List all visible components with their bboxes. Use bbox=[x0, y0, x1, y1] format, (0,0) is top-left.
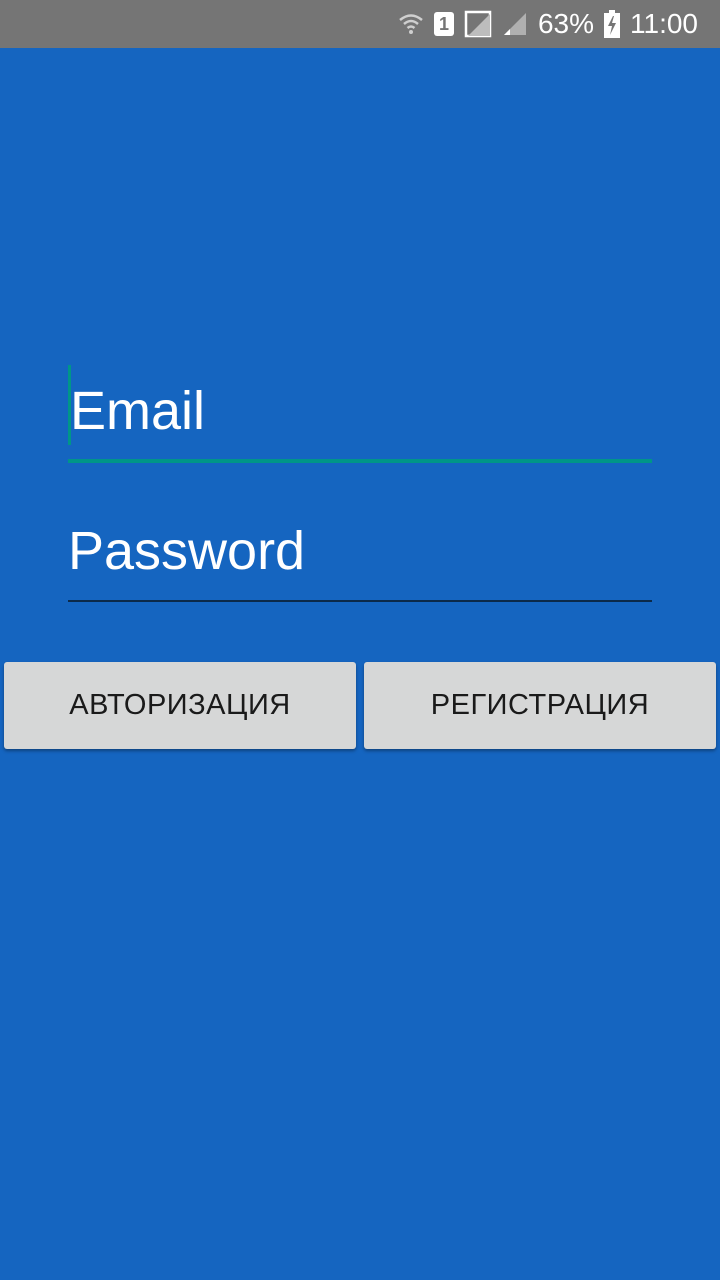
status-icons: 1 63% 11:00 bbox=[398, 0, 698, 48]
login-button[interactable]: АВТОРИЗАЦИЯ bbox=[4, 662, 356, 749]
email-input[interactable] bbox=[68, 368, 654, 454]
clock: 11:00 bbox=[630, 8, 698, 39]
status-bar: 1 63% 11:00 bbox=[0, 0, 720, 48]
password-underline bbox=[68, 600, 652, 602]
signal-icon bbox=[502, 11, 528, 37]
password-input[interactable] bbox=[68, 508, 652, 594]
battery-percent: 63% bbox=[537, 8, 594, 39]
email-underline bbox=[68, 459, 652, 463]
sim-1-icon: 1 bbox=[433, 12, 454, 36]
email-field-container bbox=[68, 365, 654, 465]
wifi-icon bbox=[398, 11, 424, 37]
password-field-container bbox=[68, 505, 652, 605]
battery-charging-icon bbox=[604, 10, 620, 38]
register-button[interactable]: РЕГИСТРАЦИЯ bbox=[364, 662, 716, 749]
no-sim-icon bbox=[464, 10, 492, 38]
